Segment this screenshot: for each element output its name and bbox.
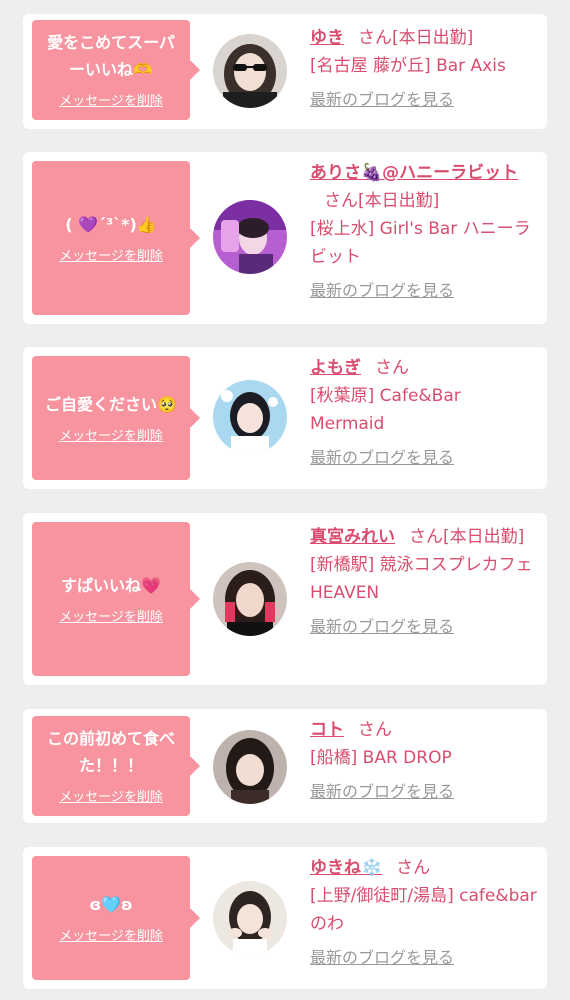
message-bubble: この前初めて食べた！！！ メッセージを削除 xyxy=(32,716,200,816)
avatar[interactable] xyxy=(213,562,287,636)
cast-name-link[interactable]: ゆきね❄️ xyxy=(310,858,382,878)
avatar[interactable] xyxy=(213,730,287,804)
message-card: ɞ🩵ʚ メッセージを削除 ゆきね❄️ さん [上野/御徒町/湯島] cafe&ba… xyxy=(23,847,547,989)
cast-info: ゆき さん[本日出勤] [名古屋 藤が丘] Bar Axis 最新のブログを見る xyxy=(310,24,540,114)
avatar-image xyxy=(213,34,287,108)
avatar[interactable] xyxy=(213,881,287,955)
message-text: すぱいいね💗 xyxy=(61,575,161,595)
message-card: この前初めて食べた！！！ メッセージを削除 コト さん [船橋] BAR DROP… xyxy=(23,709,547,823)
avatar[interactable] xyxy=(213,200,287,274)
message-bubble: ご自愛ください🥺 メッセージを削除 xyxy=(32,356,200,480)
shop-label: [名古屋 藤が丘] Bar Axis xyxy=(310,56,506,76)
status-label: [本日出勤] xyxy=(392,28,474,48)
message-bubble: 愛をこめてスーパーいいね🫶 メッセージを削除 xyxy=(32,20,200,120)
cast-name-link[interactable]: よもぎ xyxy=(310,358,361,378)
shop-label: [船橋] BAR DROP xyxy=(310,748,452,768)
avatar[interactable] xyxy=(213,34,287,108)
honorific: さん xyxy=(324,191,358,211)
message-bubble: ɞ🩵ʚ メッセージを削除 xyxy=(32,856,200,980)
shop-label: [上野/御徒町/湯島] cafe&bar のわ xyxy=(310,886,537,934)
honorific: さん xyxy=(409,527,443,547)
message-text: ご自愛ください🥺 xyxy=(45,394,177,414)
cast-info: コト さん [船橋] BAR DROP 最新のブログを見る xyxy=(310,716,540,806)
cast-info: 真宮みれい さん[本日出勤] [新橋駅] 競泳コスプレカフェ HEAVEN 最新の… xyxy=(310,523,550,641)
latest-blog-link[interactable]: 最新のブログを見る xyxy=(310,613,540,641)
message-list: 愛をこめてスーパーいいね🫶 メッセージを削除 ゆき さん[本日出勤] [名古屋 藤… xyxy=(0,0,570,1000)
delete-message-link[interactable]: メッセージを削除 xyxy=(59,928,163,946)
cast-name-link[interactable]: ありさ🍇@ハニーラビット xyxy=(310,163,518,183)
honorific: さん xyxy=(396,858,431,878)
message-text: ( 💜´³`*)👍 xyxy=(65,214,157,234)
shop-label: [秋葉原] Cafe&Bar Mermaid xyxy=(310,386,461,434)
message-text: ɞ🩵ʚ xyxy=(89,894,133,914)
delete-message-link[interactable]: メッセージを削除 xyxy=(59,789,163,807)
honorific: さん xyxy=(358,720,392,740)
cast-name-link[interactable]: コト xyxy=(310,720,344,740)
shop-label: [桜上水] Girl's Bar ハニーラビット xyxy=(310,219,531,267)
honorific: さん xyxy=(358,28,392,48)
latest-blog-link[interactable]: 最新のブログを見る xyxy=(310,277,540,305)
message-text: この前初めて食べた！！！ xyxy=(46,729,175,775)
message-card: ご自愛ください🥺 メッセージを削除 よもぎ さん [秋葉原] Cafe&Bar M… xyxy=(23,347,547,489)
message-bubble: ( 💜´³`*)👍 メッセージを削除 xyxy=(32,161,200,315)
avatar[interactable] xyxy=(213,380,287,454)
avatar-image xyxy=(213,881,287,955)
message-text: 愛をこめてスーパーいいね🫶 xyxy=(47,33,175,79)
avatar-image xyxy=(213,562,287,636)
message-card: すぱいいね💗 メッセージを削除 真宮みれい さん[本日出勤] [新橋駅] 競泳コス… xyxy=(23,513,550,685)
cast-info: ゆきね❄️ さん [上野/御徒町/湯島] cafe&bar のわ 最新のブログを見… xyxy=(310,854,540,972)
delete-message-link[interactable]: メッセージを削除 xyxy=(59,428,163,446)
cast-name-link[interactable]: ゆき xyxy=(310,28,344,48)
latest-blog-link[interactable]: 最新のブログを見る xyxy=(310,444,540,472)
avatar-image xyxy=(213,380,287,454)
status-label: [本日出勤] xyxy=(443,527,525,547)
avatar-image xyxy=(213,730,287,804)
delete-message-link[interactable]: メッセージを削除 xyxy=(59,609,163,627)
latest-blog-link[interactable]: 最新のブログを見る xyxy=(310,944,540,972)
cast-name-link[interactable]: 真宮みれい xyxy=(310,527,395,547)
cast-info: ありさ🍇@ハニーラビットさん[本日出勤] [桜上水] Girl's Bar ハニ… xyxy=(310,159,540,305)
cast-info: よもぎ さん [秋葉原] Cafe&Bar Mermaid 最新のブログを見る xyxy=(310,354,540,472)
message-card: 愛をこめてスーパーいいね🫶 メッセージを削除 ゆき さん[本日出勤] [名古屋 藤… xyxy=(23,14,547,129)
message-bubble: すぱいいね💗 メッセージを削除 xyxy=(32,522,200,676)
delete-message-link[interactable]: メッセージを削除 xyxy=(59,248,163,266)
delete-message-link[interactable]: メッセージを削除 xyxy=(59,93,163,111)
latest-blog-link[interactable]: 最新のブログを見る xyxy=(310,86,540,114)
latest-blog-link[interactable]: 最新のブログを見る xyxy=(310,778,540,806)
avatar-image xyxy=(213,200,287,274)
status-label: [本日出勤] xyxy=(358,191,440,211)
shop-label: [新橋駅] 競泳コスプレカフェ HEAVEN xyxy=(310,555,550,603)
message-card: ( 💜´³`*)👍 メッセージを削除 ありさ🍇@ハニーラビットさん[本日出勤] … xyxy=(23,152,547,324)
honorific: さん xyxy=(375,358,409,378)
